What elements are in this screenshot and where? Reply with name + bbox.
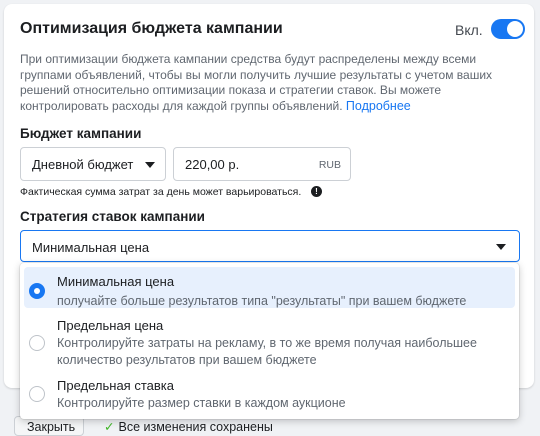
save-status: ✓ Все изменения сохранены bbox=[104, 419, 273, 434]
option-subtitle: получайте больше результатов типа "резул… bbox=[57, 294, 467, 308]
budget-note: Фактическая сумма затрат за день может в… bbox=[20, 186, 302, 198]
budget-type-dropdown[interactable]: Дневной бюджет bbox=[20, 147, 166, 181]
currency-label: RUB bbox=[318, 159, 341, 171]
bid-strategy-value: Минимальная цена bbox=[32, 240, 150, 255]
budget-type-value: Дневной бюджет bbox=[32, 157, 134, 172]
section-description: При оптимизации бюджета кампании средств… bbox=[20, 52, 514, 114]
strategy-label: Стратегия ставок кампании bbox=[20, 209, 205, 224]
option-title: Предельная цена bbox=[57, 318, 164, 333]
check-icon: ✓ bbox=[104, 420, 115, 434]
bid-strategy-dropdown[interactable]: Минимальная цена bbox=[20, 230, 520, 262]
radio-selected-icon[interactable] bbox=[29, 283, 45, 299]
bid-option-lowest-cost[interactable]: Минимальная цена получайте больше резуль… bbox=[24, 267, 515, 308]
bid-option-bid-cap[interactable]: Предельная ставка Контролируйте размер с… bbox=[24, 375, 515, 415]
budget-optimization-toggle[interactable] bbox=[491, 19, 525, 39]
bid-strategy-menu: Минимальная цена получайте больше резуль… bbox=[20, 263, 519, 419]
caret-down-icon bbox=[145, 162, 155, 168]
budget-label: Бюджет кампании bbox=[20, 126, 142, 141]
option-title: Минимальная цена bbox=[57, 274, 175, 289]
option-title: Предельная ставка bbox=[57, 378, 174, 393]
option-subtitle: Контролируйте размер ставки в каждом аук… bbox=[57, 396, 346, 410]
close-button[interactable]: Закрыть bbox=[14, 416, 84, 436]
bid-option-cost-cap[interactable]: Предельная цена Контролируйте затраты на… bbox=[24, 315, 515, 371]
caret-down-icon bbox=[496, 244, 506, 250]
budget-amount-value: 220,00 р. bbox=[185, 157, 240, 172]
budget-amount-input[interactable]: 220,00 р. RUB bbox=[173, 147, 351, 181]
toggle-knob bbox=[507, 21, 523, 37]
radio-icon[interactable] bbox=[29, 386, 45, 402]
toggle-label: Вкл. bbox=[455, 22, 483, 38]
description-text: При оптимизации бюджета кампании средств… bbox=[20, 52, 493, 113]
save-status-text: Все изменения сохранены bbox=[118, 420, 273, 434]
section-title: Оптимизация бюджета кампании bbox=[20, 20, 283, 37]
info-icon[interactable]: ! bbox=[311, 186, 322, 197]
radio-icon[interactable] bbox=[29, 335, 45, 351]
learn-more-link[interactable]: Подробнее bbox=[346, 99, 411, 113]
option-subtitle: Контролируйте затраты на рекламу, в то ж… bbox=[57, 336, 477, 367]
